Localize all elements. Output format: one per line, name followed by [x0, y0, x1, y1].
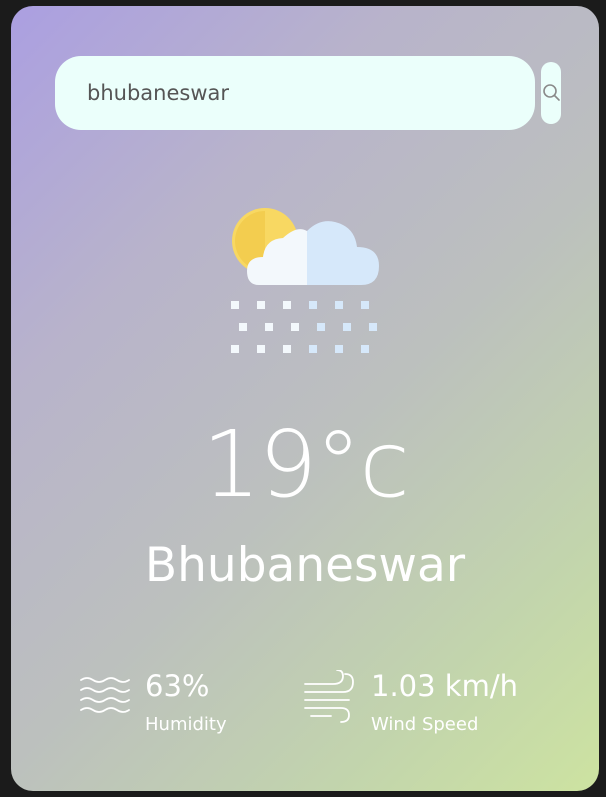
- wind-detail: 1.03 km/h Wind Speed: [303, 670, 518, 735]
- cloud-snow-icon: [231, 208, 379, 353]
- search-input[interactable]: bhubaneswar: [55, 56, 535, 130]
- wind-label: Wind Speed: [371, 714, 479, 735]
- humidity-detail: 63% Humidity: [79, 670, 227, 735]
- search-input-value: bhubaneswar: [87, 81, 229, 105]
- city-name: Bhubaneswar: [144, 538, 466, 593]
- search-button[interactable]: [541, 62, 561, 124]
- wind-icon: [304, 670, 354, 723]
- humidity-label: Humidity: [145, 714, 227, 735]
- temperature: 19°c: [202, 411, 410, 518]
- humidity-value: 63%: [145, 669, 210, 703]
- search-icon: [543, 84, 560, 101]
- weather-card: bhubaneswar 19°c Bhubaneswar 63% Humidit…: [11, 6, 599, 791]
- wind-value: 1.03 km/h: [371, 669, 518, 703]
- humidity-waves-icon: [80, 677, 130, 713]
